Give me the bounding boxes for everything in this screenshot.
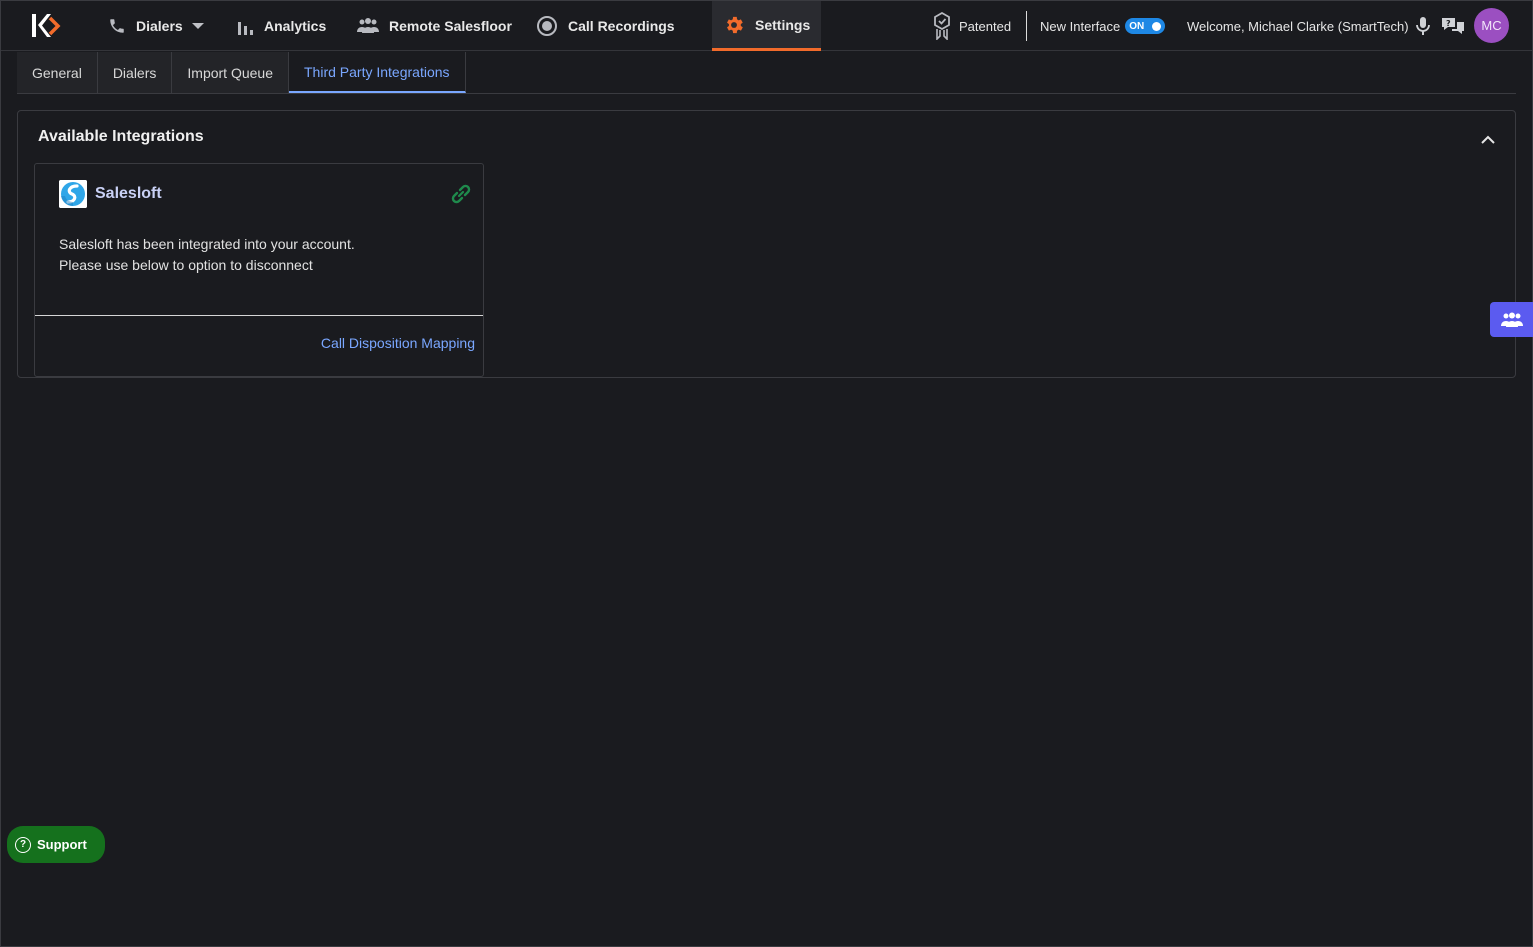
- team-chat-button[interactable]: [1490, 302, 1533, 337]
- award-ribbon-icon: [934, 12, 950, 40]
- new-interface-switch[interactable]: New Interface ON: [1040, 1, 1166, 51]
- tab-import-queue[interactable]: Import Queue: [172, 52, 289, 93]
- toggle-state-label: ON: [1129, 20, 1145, 32]
- card-divider: [35, 315, 483, 316]
- call-disposition-mapping-link[interactable]: Call Disposition Mapping: [321, 335, 475, 351]
- brand-logo[interactable]: [29, 11, 63, 41]
- panel-title: Available Integrations: [38, 128, 204, 145]
- nav-call-recordings[interactable]: Call Recordings: [536, 1, 675, 51]
- user-avatar[interactable]: MC: [1474, 8, 1509, 43]
- nav-remote-salesfloor-label: Remote Salesfloor: [389, 18, 512, 34]
- chevron-up-icon[interactable]: [1480, 133, 1496, 145]
- welcome-label: Welcome, Michael Clarke (SmartTech): [1187, 18, 1409, 34]
- support-button[interactable]: ? Support: [7, 826, 105, 863]
- top-navigation-bar: Dialers Analytics Remote Salesfloor Call…: [1, 1, 1532, 51]
- nav-remote-salesfloor[interactable]: Remote Salesfloor: [357, 1, 512, 51]
- bar-chart-icon: [238, 22, 253, 35]
- new-interface-label: New Interface: [1040, 18, 1121, 34]
- new-interface-toggle[interactable]: ON: [1125, 18, 1166, 34]
- users-group-icon: [357, 18, 379, 33]
- header-divider: [1026, 11, 1027, 41]
- link-icon[interactable]: [448, 183, 474, 205]
- avatar-initials: MC: [1481, 18, 1502, 33]
- gear-icon: [727, 16, 743, 33]
- description-line-1: Salesloft has been integrated into your …: [59, 236, 355, 252]
- nav-call-recordings-label: Call Recordings: [568, 18, 675, 34]
- chat-bubbles-icon[interactable]: ?: [1441, 16, 1465, 36]
- nav-analytics[interactable]: Analytics: [236, 1, 326, 51]
- nav-dialers[interactable]: Dialers: [108, 1, 204, 51]
- settings-tabs: General Dialers Import Queue Third Party…: [17, 52, 1516, 94]
- toggle-knob: [1152, 21, 1162, 31]
- patented-badge: Patented: [933, 1, 1011, 51]
- chevron-down-icon: [191, 23, 204, 29]
- welcome-text: Welcome, Michael Clarke (SmartTech): [1187, 1, 1409, 51]
- tab-third-party-integrations[interactable]: Third Party Integrations: [289, 52, 466, 93]
- salesloft-logo: [59, 180, 87, 208]
- salesloft-integration-card: Salesloft Salesloft has been integrated …: [34, 163, 484, 377]
- description-line-2: Please use below to option to disconnect: [59, 257, 313, 273]
- available-integrations-panel: Available Integrations Salesloft Saleslo…: [17, 110, 1516, 378]
- svg-text:?: ?: [1446, 19, 1451, 28]
- users-group-icon: [1500, 312, 1523, 327]
- tab-general[interactable]: General: [17, 52, 98, 93]
- tab-dialers[interactable]: Dialers: [97, 52, 173, 93]
- patented-label: Patented: [959, 18, 1012, 34]
- record-icon: [537, 16, 557, 36]
- nav-settings[interactable]: Settings: [712, 1, 821, 51]
- help-circle-icon: ?: [15, 836, 31, 853]
- nav-dialers-label: Dialers: [136, 18, 183, 34]
- nav-analytics-label: Analytics: [264, 18, 327, 34]
- integration-description: Salesloft has been integrated into your …: [59, 234, 355, 276]
- nav-settings-label: Settings: [755, 16, 811, 33]
- support-label: Support: [37, 837, 87, 852]
- integration-name: Salesloft: [95, 185, 162, 202]
- microphone-icon[interactable]: [1415, 16, 1431, 36]
- phone-icon: [110, 19, 124, 33]
